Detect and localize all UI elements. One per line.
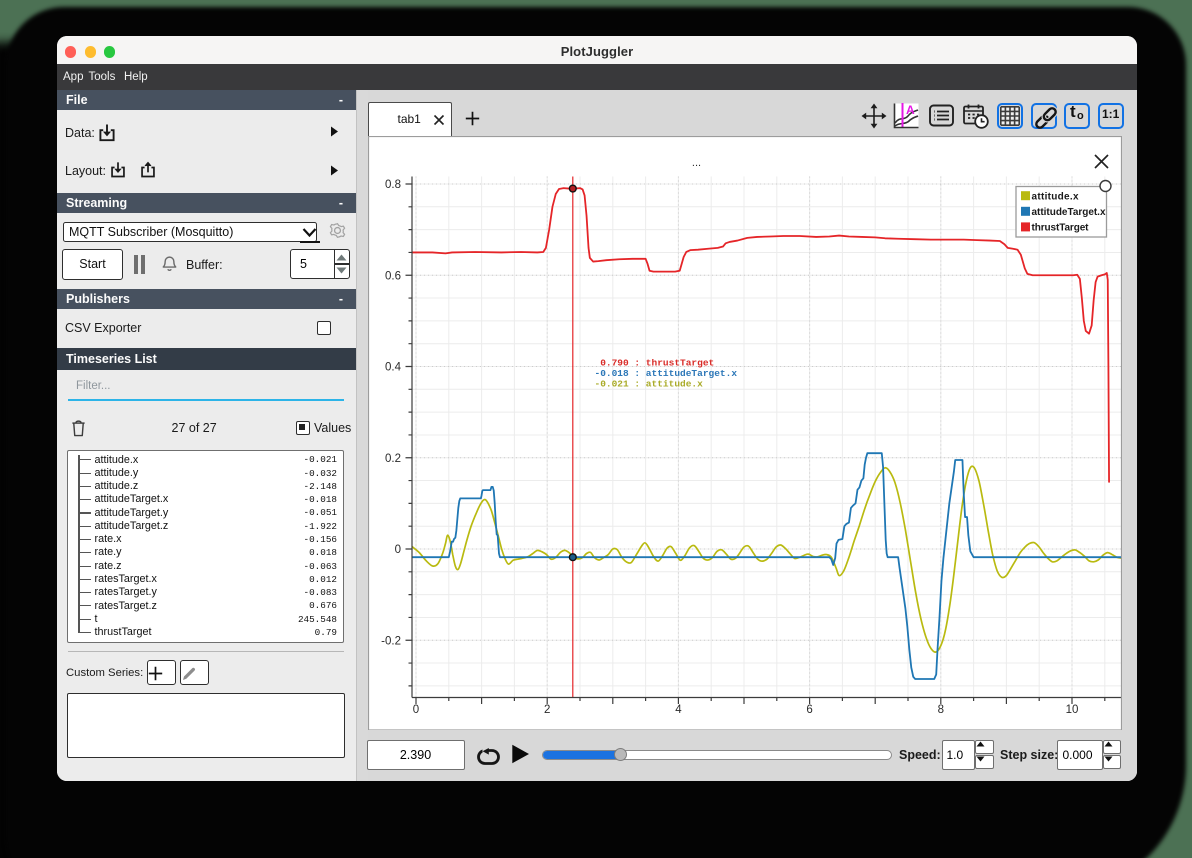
svg-text:0.2: 0.2	[385, 452, 401, 464]
svg-text:attitude.x: attitude.x	[1031, 191, 1078, 202]
svg-text:6: 6	[806, 704, 812, 716]
svg-text:-0.2: -0.2	[381, 635, 401, 647]
svg-text:-0.021 : attitude.x: -0.021 : attitude.x	[594, 378, 703, 389]
svg-text:2: 2	[543, 704, 549, 716]
svg-text:10: 10	[1065, 704, 1078, 716]
svg-text:...: ...	[691, 157, 700, 169]
svg-text:0.4: 0.4	[385, 361, 402, 373]
svg-text:8: 8	[937, 704, 943, 716]
svg-text:0: 0	[412, 704, 418, 716]
svg-text:0.790 : thrustTarget: 0.790 : thrustTarget	[594, 357, 714, 368]
svg-text:A: A	[906, 103, 915, 117]
svg-text:0.6: 0.6	[385, 270, 401, 282]
svg-text:0.8: 0.8	[385, 179, 401, 191]
svg-text:0: 0	[394, 544, 400, 556]
svg-text:-0.018 : attitudeTarget.x: -0.018 : attitudeTarget.x	[594, 368, 737, 379]
svg-text:attitudeTarget.x: attitudeTarget.x	[1031, 207, 1105, 218]
svg-text:thrustTarget: thrustTarget	[1031, 222, 1089, 233]
svg-text:4: 4	[675, 704, 682, 716]
